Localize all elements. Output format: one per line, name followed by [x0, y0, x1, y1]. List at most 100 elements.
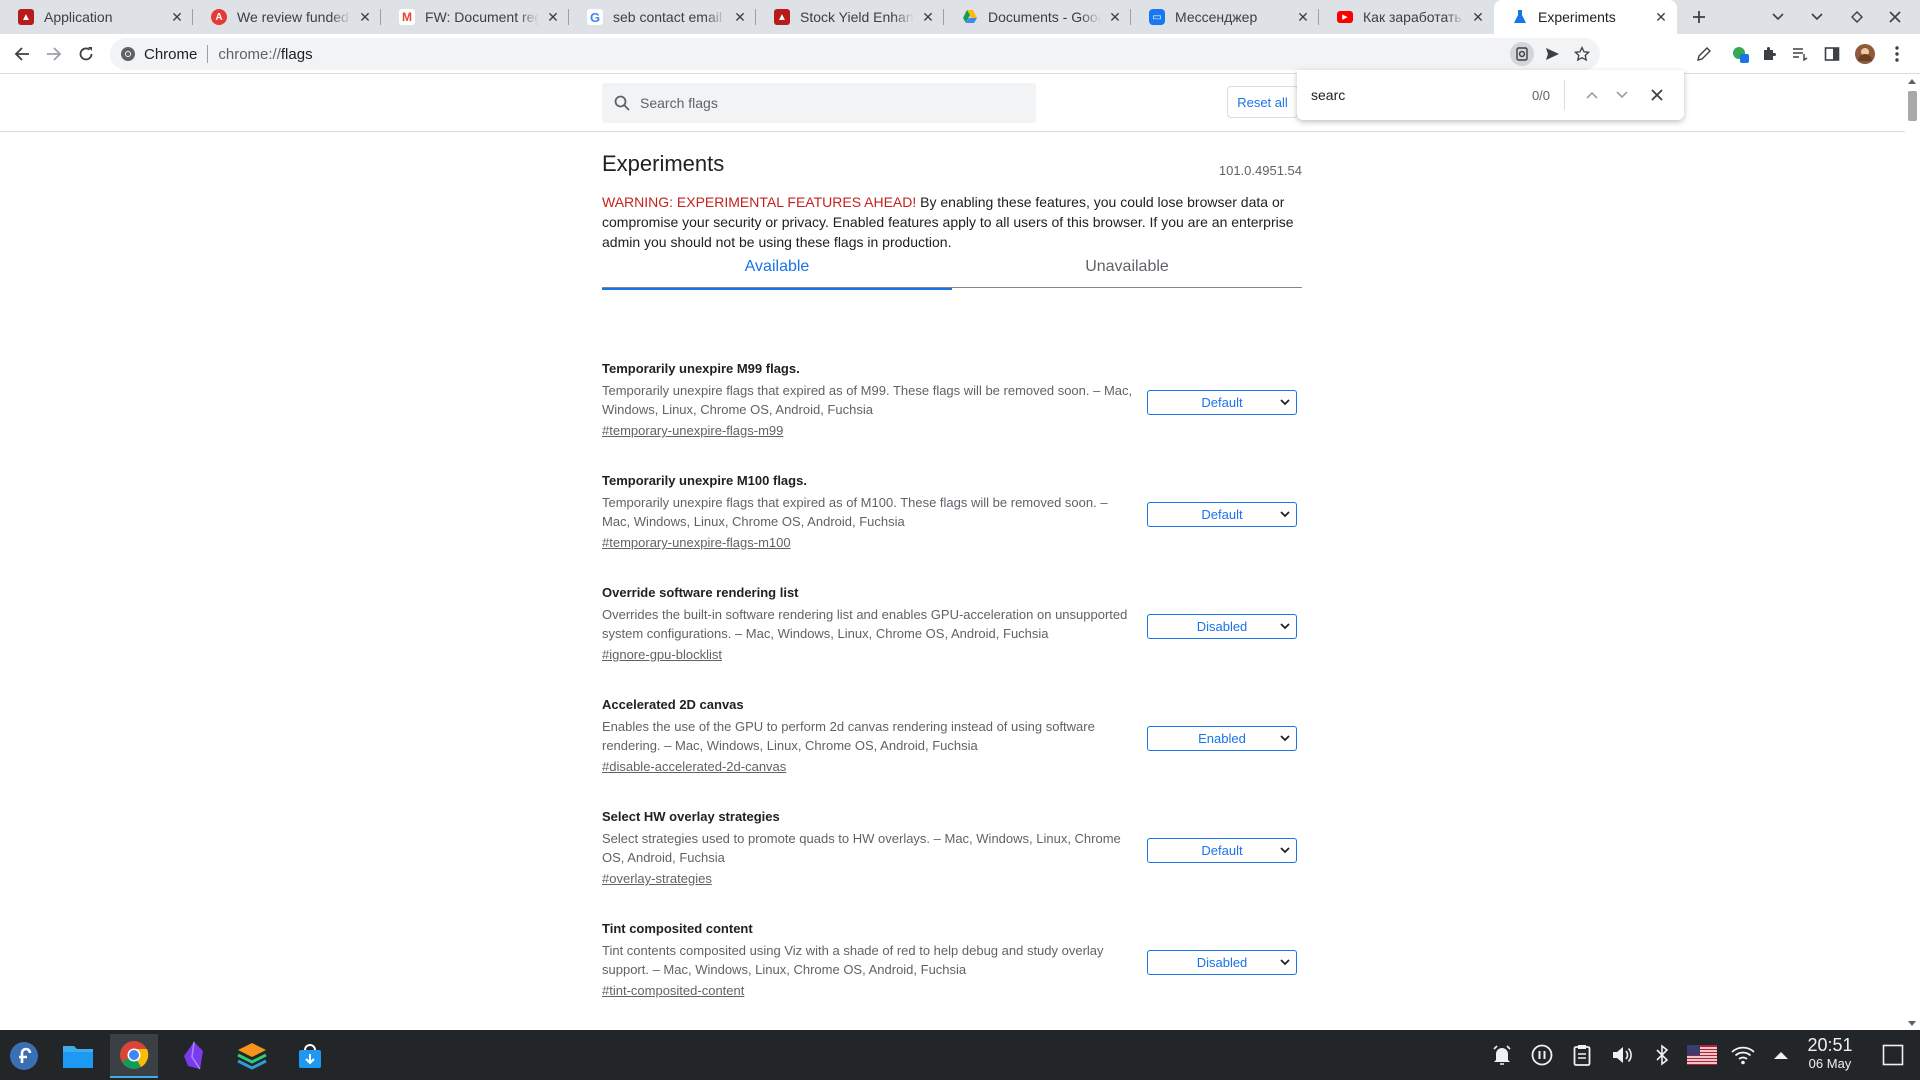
show-desktop-icon[interactable] [1880, 1042, 1906, 1068]
forward-button[interactable] [40, 40, 68, 68]
reset-all-button[interactable]: Reset all [1227, 86, 1298, 118]
scroll-thumb[interactable] [1908, 91, 1917, 121]
flag-name: Temporarily unexpire M99 flags. [602, 361, 800, 376]
tab-gmail[interactable]: M FW: Document regarding ✕ [381, 0, 569, 34]
version-label: 101.0.4951.54 [1218, 163, 1302, 178]
layers-app-icon[interactable] [228, 1034, 276, 1078]
media-pause-icon[interactable] [1529, 1042, 1555, 1068]
media-queue-icon[interactable] [1786, 40, 1814, 68]
minimize-button[interactable] [1804, 4, 1830, 30]
bookmark-star-icon[interactable] [1570, 42, 1594, 66]
wifi-icon[interactable] [1730, 1042, 1756, 1068]
flags-page: Search flags Reset all Experiments 101.0… [0, 75, 1905, 1030]
tab-search-button[interactable] [1765, 4, 1791, 30]
back-button[interactable] [8, 40, 36, 68]
flag-link[interactable]: #overlay-strategies [602, 870, 712, 888]
site-info[interactable]: Chrome [120, 46, 197, 63]
flag-item: Select HW overlay strategies Select stra… [602, 808, 1302, 903]
flag-link[interactable]: #temporary-unexpire-flags-m100 [602, 534, 791, 552]
tab-title: Мессенджер [1175, 9, 1258, 25]
red-flame-icon: ▲ [774, 9, 790, 25]
tab-google-drive[interactable]: Documents - Google Drive ✕ [944, 0, 1131, 34]
close-icon[interactable]: ✕ [1107, 9, 1123, 25]
tab-available[interactable]: Available [602, 245, 952, 290]
profile-avatar-icon[interactable] [1851, 40, 1879, 68]
volume-icon[interactable] [1609, 1042, 1635, 1068]
close-icon[interactable]: ✕ [1653, 9, 1669, 25]
find-next-button[interactable] [1609, 81, 1635, 109]
flag-name: Tint composited content [602, 921, 753, 936]
tab-experiments[interactable]: Experiments ✕ [1494, 0, 1677, 34]
obsidian-icon[interactable] [170, 1034, 218, 1078]
close-icon[interactable]: ✕ [545, 9, 561, 25]
chrome-icon[interactable] [110, 1034, 158, 1078]
flag-state-select[interactable]: Disabled [1147, 950, 1297, 975]
system-clock[interactable]: 20:51 06 May [1785, 1035, 1875, 1073]
close-icon[interactable]: ✕ [357, 9, 373, 25]
page-title: Experiments [602, 151, 725, 176]
pen-extension-icon[interactable] [1690, 40, 1718, 68]
fedora-launcher-icon[interactable] [0, 1034, 48, 1078]
us-flag-icon[interactable] [1686, 1042, 1718, 1068]
software-store-icon[interactable] [286, 1034, 334, 1078]
scroll-down-arrow[interactable] [1908, 1021, 1916, 1026]
flag-state-select[interactable]: Default [1147, 502, 1297, 527]
maximize-button[interactable] [1844, 4, 1870, 30]
flag-description: Select strategies used to promote quads … [602, 831, 1121, 865]
flag-name: Select HW overlay strategies [602, 809, 780, 824]
scroll-up-arrow[interactable] [1908, 79, 1916, 84]
flag-name: Temporarily unexpire M100 flags. [602, 473, 807, 488]
tab-stock-yield[interactable]: ▲ Stock Yield Enhancement ✕ [756, 0, 944, 34]
file-manager-icon[interactable] [54, 1034, 102, 1078]
chevron-down-icon [1772, 13, 1784, 21]
reload-button[interactable] [72, 40, 100, 68]
flag-state-select[interactable]: Disabled [1147, 614, 1297, 639]
flag-state-select[interactable]: Default [1147, 390, 1297, 415]
flag-item: Temporarily unexpire M99 flags. Temporar… [602, 360, 1302, 455]
flag-state-select[interactable]: Enabled [1147, 726, 1297, 751]
send-icon[interactable] [1540, 42, 1564, 66]
tab-google-search[interactable]: G seb contact email - Google ✕ [569, 0, 756, 34]
flag-state-select[interactable]: Default [1147, 838, 1297, 863]
chevron-down-icon [1616, 91, 1629, 99]
page-scrollbar[interactable] [1905, 75, 1920, 1030]
find-close-button[interactable] [1644, 81, 1670, 109]
flag-link[interactable]: #disable-accelerated-2d-canvas [602, 758, 786, 776]
alarm-icon[interactable] [1489, 1042, 1515, 1068]
flag-item: Override software rendering list Overrid… [602, 584, 1302, 679]
flag-link[interactable]: #temporary-unexpire-flags-m99 [602, 422, 783, 440]
flag-name: Override software rendering list [602, 585, 799, 600]
bluetooth-icon[interactable] [1649, 1042, 1675, 1068]
close-icon[interactable]: ✕ [169, 9, 185, 25]
new-tab-button[interactable] [1686, 4, 1712, 30]
tab-messenger[interactable]: ▭ Мессенджер ✕ [1131, 0, 1319, 34]
tab-application[interactable]: ▲ Application ✕ [0, 0, 193, 34]
side-panel-icon[interactable] [1818, 40, 1846, 68]
address-bar[interactable]: Chrome chrome://flags [110, 38, 1600, 70]
find-previous-button[interactable] [1579, 81, 1605, 109]
close-icon[interactable]: ✕ [1295, 9, 1311, 25]
shield-extension-icon[interactable] [1726, 40, 1754, 68]
clipboard-icon[interactable] [1569, 1042, 1595, 1068]
flags-tabs: Available Unavailable [602, 245, 1302, 290]
find-input[interactable] [1311, 87, 1511, 103]
url-text[interactable]: chrome://flags [218, 46, 312, 63]
tab-funded-applications[interactable]: A We review funded applications ✕ [193, 0, 381, 34]
find-page-icon[interactable] [1510, 42, 1534, 66]
close-window-button[interactable] [1882, 4, 1908, 30]
search-icon [614, 95, 630, 111]
tab-title: Documents - Google Drive [988, 9, 1101, 25]
close-icon[interactable]: ✕ [1470, 9, 1486, 25]
find-match-count: 0/0 [1531, 87, 1551, 103]
chevron-up-icon [1586, 91, 1598, 99]
flag-name: Accelerated 2D canvas [602, 697, 744, 712]
flag-link[interactable]: #ignore-gpu-blocklist [602, 646, 722, 664]
close-icon[interactable]: ✕ [920, 9, 936, 25]
tab-unavailable[interactable]: Unavailable [952, 245, 1302, 288]
menu-kebab-icon[interactable] [1883, 40, 1911, 68]
search-flags-input[interactable]: Search flags [602, 83, 1036, 123]
tab-youtube[interactable]: ▶ Как заработать на YouTube ✕ [1319, 0, 1494, 34]
close-icon[interactable]: ✕ [732, 9, 748, 25]
flag-link[interactable]: #tint-composited-content [602, 982, 744, 1000]
puzzle-extensions-icon[interactable] [1755, 40, 1783, 68]
